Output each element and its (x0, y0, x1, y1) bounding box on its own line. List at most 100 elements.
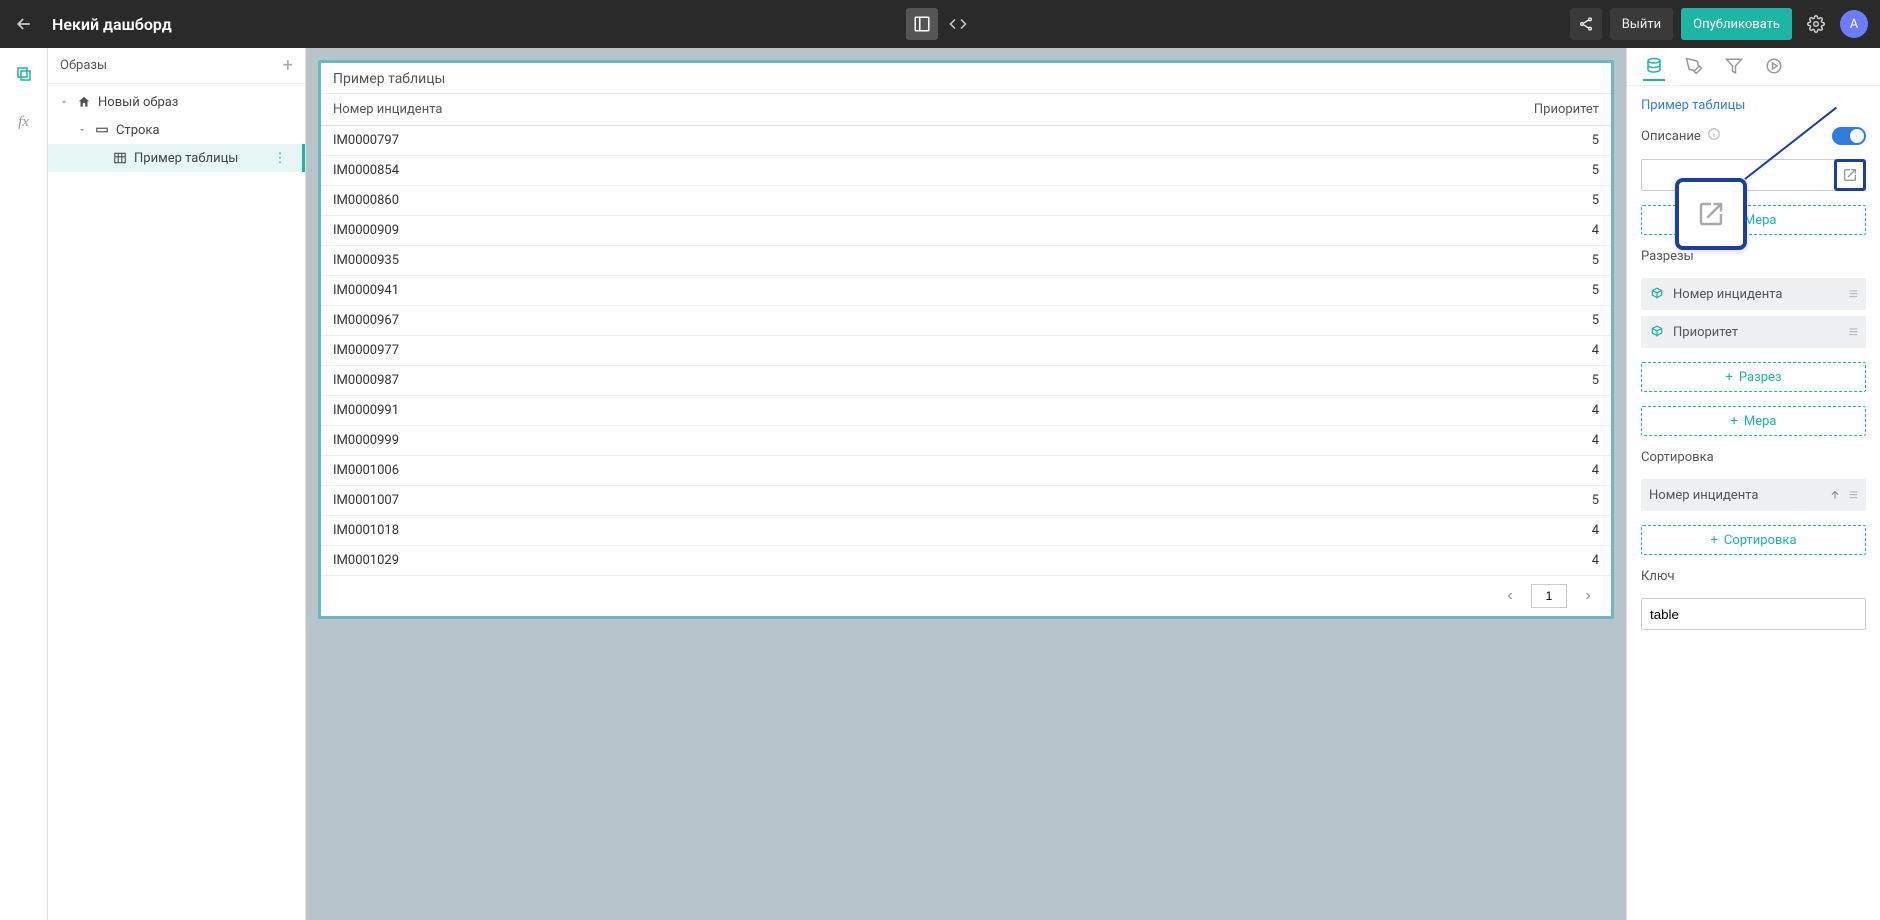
description-toggle[interactable] (1832, 127, 1866, 145)
table-row[interactable]: IM00010294 (321, 546, 1611, 576)
razrezy-label: Разрезы (1641, 249, 1866, 264)
page-title: Некий дашборд (52, 15, 172, 34)
page-input[interactable] (1531, 584, 1567, 608)
table-icon (112, 150, 128, 166)
table-row[interactable]: IM00009415 (321, 276, 1611, 306)
settings-button[interactable] (1800, 8, 1832, 40)
publish-button[interactable]: Опубликовать (1681, 8, 1792, 40)
plus-icon: + (1710, 533, 1717, 548)
table-row[interactable]: IM00009675 (321, 306, 1611, 336)
logout-button[interactable]: Выйти (1610, 8, 1673, 40)
cell-priority: 5 (1391, 486, 1611, 515)
cell-incident: IM0000967 (321, 306, 1391, 335)
table-row[interactable]: IM00010184 (321, 516, 1611, 546)
props-tab-filter[interactable] (1723, 53, 1745, 81)
tree-root-label: Новый образ (98, 95, 178, 110)
add-razrez-label: Разрез (1739, 370, 1782, 385)
cell-incident: IM0000987 (321, 366, 1391, 395)
code-view-button[interactable] (942, 8, 974, 40)
razrez-item[interactable]: Приоритет ≡ (1641, 316, 1866, 348)
plus-icon: + (1730, 414, 1737, 429)
column-header[interactable]: Номер инцидента (321, 94, 1391, 125)
cell-incident: IM0001006 (321, 456, 1391, 485)
table-row[interactable]: IM00009875 (321, 366, 1611, 396)
razrez-item-label: Приоритет (1673, 325, 1738, 340)
props-tab-data[interactable] (1643, 53, 1665, 81)
key-label: Ключ (1641, 569, 1866, 584)
table-row[interactable]: IM00008545 (321, 156, 1611, 186)
drag-handle-icon[interactable]: ≡ (1849, 284, 1858, 304)
sort-asc-icon[interactable] (1829, 486, 1841, 505)
table-row[interactable]: IM00009355 (321, 246, 1611, 276)
next-page-button[interactable] (1579, 587, 1597, 605)
back-button[interactable] (12, 12, 36, 36)
cell-priority: 4 (1391, 426, 1611, 455)
table-widget[interactable]: Пример таблицы Номер инцидента Приоритет… (318, 60, 1614, 619)
cell-incident: IM0001029 (321, 546, 1391, 575)
add-razrez-button[interactable]: + Разрез (1641, 362, 1866, 392)
table-row[interactable]: IM00009774 (321, 336, 1611, 366)
cell-priority: 5 (1391, 276, 1611, 305)
props-tab-actions[interactable] (1763, 53, 1785, 81)
cube-icon (1649, 286, 1665, 302)
chevron-down-icon (58, 96, 70, 108)
add-mera-button-2[interactable]: + Мера (1641, 406, 1866, 436)
add-sort-label: Сортировка (1724, 533, 1797, 548)
open-editor-button[interactable] (1834, 159, 1866, 191)
table-row[interactable]: IM00010064 (321, 456, 1611, 486)
cell-incident: IM0000935 (321, 246, 1391, 275)
avatar[interactable]: A (1840, 10, 1868, 38)
share-button[interactable] (1570, 8, 1602, 40)
cell-incident: IM0000941 (321, 276, 1391, 305)
table-row[interactable]: IM00009094 (321, 216, 1611, 246)
cell-incident: IM0000797 (321, 126, 1391, 155)
row-icon (94, 122, 110, 138)
cell-incident: IM0001018 (321, 516, 1391, 545)
drag-handle-icon[interactable]: ≡ (1849, 322, 1858, 342)
table-row[interactable]: IM00010075 (321, 486, 1611, 516)
tree-row-label: Строка (116, 123, 160, 138)
sort-item[interactable]: Номер инцидента ≡ (1641, 479, 1866, 511)
props-tab-style[interactable] (1683, 53, 1705, 81)
razrez-item[interactable]: Номер инцидента ≡ (1641, 278, 1866, 310)
drag-handle-icon[interactable]: ≡ (1849, 485, 1858, 505)
cell-priority: 4 (1391, 516, 1611, 545)
tree-table-label: Пример таблицы (134, 151, 238, 166)
cell-priority: 5 (1391, 126, 1611, 155)
cell-priority: 4 (1391, 396, 1611, 425)
cell-incident: IM0000991 (321, 396, 1391, 425)
layout-view-button[interactable] (906, 8, 938, 40)
cell-incident: IM0001007 (321, 486, 1391, 515)
plus-icon: + (1726, 370, 1733, 385)
tree-table[interactable]: Пример таблицы ⋮ (48, 144, 305, 172)
tree-title: Образы (60, 58, 107, 73)
add-image-button[interactable]: + (283, 55, 293, 76)
cell-incident: IM0000854 (321, 156, 1391, 185)
cell-priority: 4 (1391, 216, 1611, 245)
cell-incident: IM0000999 (321, 426, 1391, 455)
cell-priority: 5 (1391, 156, 1611, 185)
table-row[interactable]: IM00009994 (321, 426, 1611, 456)
description-label: Описание (1641, 129, 1701, 144)
prev-page-button[interactable] (1501, 587, 1519, 605)
cell-priority: 5 (1391, 366, 1611, 395)
table-row[interactable]: IM00009914 (321, 396, 1611, 426)
add-mera-label-2: Мера (1744, 414, 1777, 429)
table-row[interactable]: IM00007975 (321, 126, 1611, 156)
strip-tab-layers[interactable] (8, 58, 40, 90)
cell-priority: 5 (1391, 186, 1611, 215)
tree-row[interactable]: Строка (48, 116, 305, 144)
tree-root[interactable]: Новый образ (48, 88, 305, 116)
sort-label: Сортировка (1641, 450, 1866, 465)
key-input[interactable] (1641, 598, 1866, 630)
more-icon[interactable]: ⋮ (270, 148, 290, 168)
cell-incident: IM0000977 (321, 336, 1391, 365)
cell-priority: 4 (1391, 336, 1611, 365)
column-header[interactable]: Приоритет (1391, 94, 1611, 125)
sort-item-label: Номер инцидента (1649, 488, 1758, 503)
table-row[interactable]: IM00008605 (321, 186, 1611, 216)
add-sort-button[interactable]: + Сортировка (1641, 525, 1866, 555)
strip-tab-formula[interactable]: fx (8, 106, 40, 138)
add-mera-label: Мера (1744, 213, 1777, 228)
cell-priority: 4 (1391, 546, 1611, 575)
